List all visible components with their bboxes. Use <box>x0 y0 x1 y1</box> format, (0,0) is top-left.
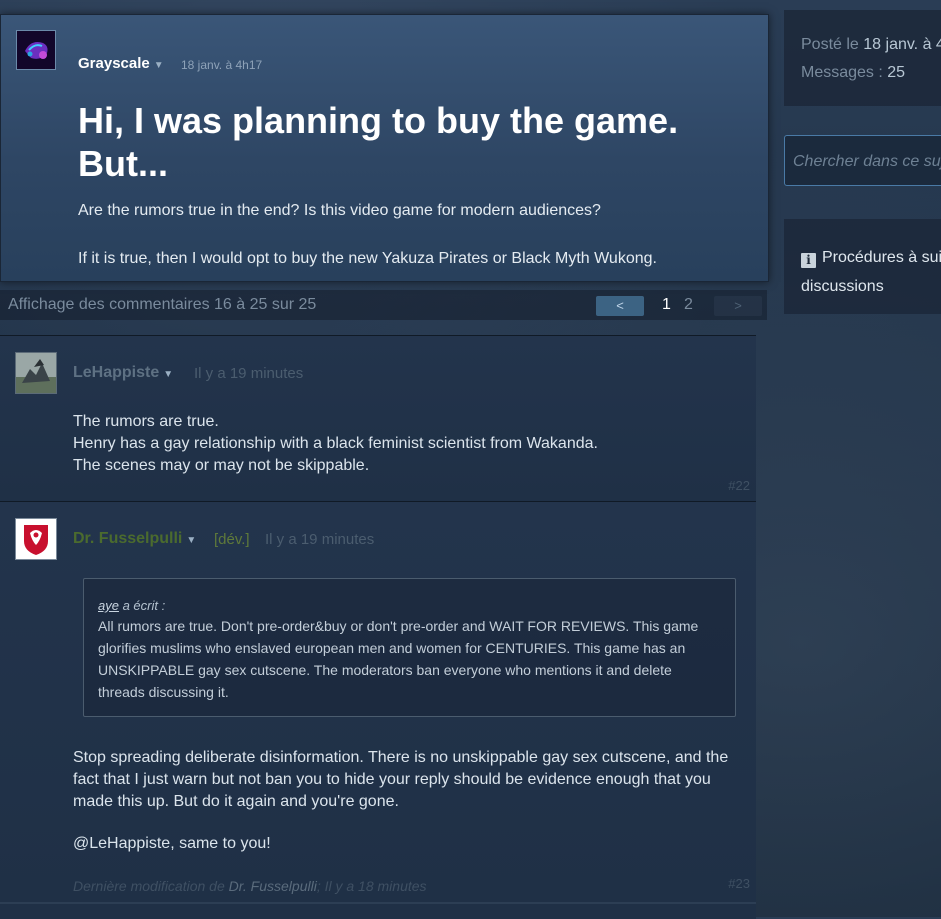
next-page-button[interactable]: > <box>714 296 762 316</box>
quote-wrote-label: a écrit : <box>122 598 166 613</box>
author-name[interactable]: LeHappiste <box>73 364 159 381</box>
avatar-image <box>16 519 56 559</box>
thread-info-panel: Posté le 18 janv. à 4h17 Messages : 25 <box>784 10 941 106</box>
comment-number[interactable]: #23 <box>728 876 750 891</box>
info-icon: i <box>801 253 816 268</box>
avatar-image <box>17 31 55 69</box>
messages-value: 25 <box>887 64 906 81</box>
comment-time: Il y a 19 minutes <box>265 531 375 548</box>
thread-search-box[interactable] <box>784 135 941 186</box>
edit-note: Dernière modification de Dr. Fusselpulli… <box>73 878 427 894</box>
guidelines-link[interactable]: iProcédures à suivre pour les discussion… <box>801 243 941 301</box>
developer-badge: [dév.] <box>214 531 250 548</box>
edit-prefix: Dernière modification de <box>73 878 225 894</box>
author-name[interactable]: Grayscale <box>78 55 150 72</box>
pagination-bar: Affichage des commentaires 16 à 25 sur 2… <box>0 290 767 320</box>
page-link-2[interactable]: 2 <box>684 296 693 314</box>
quoted-user[interactable]: aye <box>98 598 119 613</box>
quote-block: aye a écrit : All rumors are true. Don't… <box>83 578 736 717</box>
messages-line: Messages : 25 <box>801 64 905 82</box>
comment: Dr. Fusselpulli ▼ [dév.] Il y a 19 minute… <box>0 501 756 902</box>
guidelines-label[interactable]: Procédures à suivre pour les discussions <box>801 249 941 295</box>
comment-author[interactable]: Dr. Fusselpulli ▼ <box>73 530 196 548</box>
original-post: Grayscale ▼ 18 janv. à 4h17 Hi, I was pla… <box>0 14 769 282</box>
comment-author[interactable]: LeHappiste ▼ <box>73 364 173 382</box>
edit-suffix: ; Il y a 18 minutes <box>316 878 427 894</box>
messages-label: Messages : <box>801 64 883 81</box>
comment-body: Stop spreading deliberate disinformation… <box>73 747 743 855</box>
comment-line: The scenes may or may not be skippable. <box>73 457 370 474</box>
posted-value: 18 janv. à 4h17 <box>863 36 941 53</box>
op-body: Are the rumors true in the end? Is this … <box>78 199 758 295</box>
author-name[interactable]: Dr. Fusselpulli <box>73 530 182 547</box>
page-link-1[interactable]: 1 <box>662 296 671 314</box>
pagination-summary: Affichage des commentaires 16 à 25 sur 2… <box>8 296 317 313</box>
edit-editor: Dr. Fusselpulli <box>228 878 317 894</box>
quote-text: All rumors are true. Don't pre-order&buy… <box>98 618 699 700</box>
comment-paragraph: Stop spreading deliberate disinformation… <box>73 749 729 810</box>
comment-line: Henry has a gay relationship with a blac… <box>73 435 598 452</box>
comment-line: The rumors are true. <box>73 413 219 430</box>
help-panel: iProcédures à suivre pour les discussion… <box>784 219 941 314</box>
thread-search-input[interactable] <box>791 142 941 181</box>
comment-number[interactable]: #22 <box>728 478 750 493</box>
quote-header: aye a écrit : <box>98 597 721 615</box>
chevron-down-icon[interactable]: ▼ <box>163 369 173 380</box>
avatar[interactable] <box>15 352 57 394</box>
chevron-down-icon[interactable]: ▼ <box>186 535 196 546</box>
avatar[interactable] <box>15 518 57 560</box>
avatar-image <box>16 353 56 393</box>
comment: LeHappiste ▼ Il y a 19 minutes The rumors… <box>0 335 756 501</box>
op-author[interactable]: Grayscale ▼ <box>78 55 164 72</box>
op-paragraph: If it is true, then I would opt to buy t… <box>78 250 657 267</box>
comment-paragraph: @LeHappiste, same to you! <box>73 835 271 852</box>
next-comment-edge <box>0 902 756 919</box>
op-avatar[interactable] <box>16 30 56 70</box>
thread-title: Hi, I was planning to buy the game. But.… <box>78 100 679 184</box>
op-paragraph: Are the rumors true in the end? Is this … <box>78 202 601 219</box>
prev-page-button[interactable]: < <box>596 296 644 316</box>
post-date: 18 janv. à 4h17 <box>181 58 263 72</box>
posted-label: Posté le <box>801 36 859 53</box>
chevron-down-icon[interactable]: ▼ <box>154 60 164 71</box>
comment-time: Il y a 19 minutes <box>194 365 304 382</box>
comment-body: The rumors are true. Henry has a gay rel… <box>73 411 743 477</box>
posted-line: Posté le 18 janv. à 4h17 <box>801 36 941 54</box>
